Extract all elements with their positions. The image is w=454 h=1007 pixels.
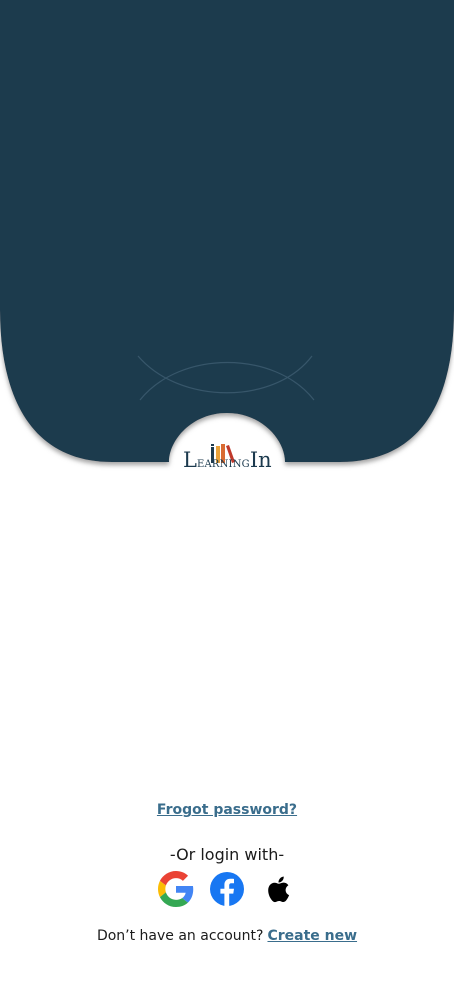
- forgot-password-row: Frogot password?: [0, 802, 454, 818]
- social-login-heading: -Or login with-: [169, 845, 285, 864]
- create-account-link[interactable]: Create new: [267, 928, 357, 944]
- signup-prompt: Don’t have an account?: [96, 928, 264, 944]
- apple-icon: [268, 876, 290, 903]
- brand-wordmark: L EARNING In: [183, 448, 272, 472]
- facebook-login-button[interactable]: [209, 871, 245, 907]
- brand-logo: L EARNING In: [183, 440, 273, 476]
- apple-login-button[interactable]: [260, 871, 296, 907]
- google-login-button[interactable]: [158, 871, 194, 907]
- forgot-password-link[interactable]: Frogot password?: [157, 802, 297, 818]
- google-icon: [158, 871, 194, 907]
- header-background: [0, 0, 454, 462]
- signup-row: Don’t have an account? Create new: [0, 928, 454, 944]
- facebook-icon: [210, 872, 244, 906]
